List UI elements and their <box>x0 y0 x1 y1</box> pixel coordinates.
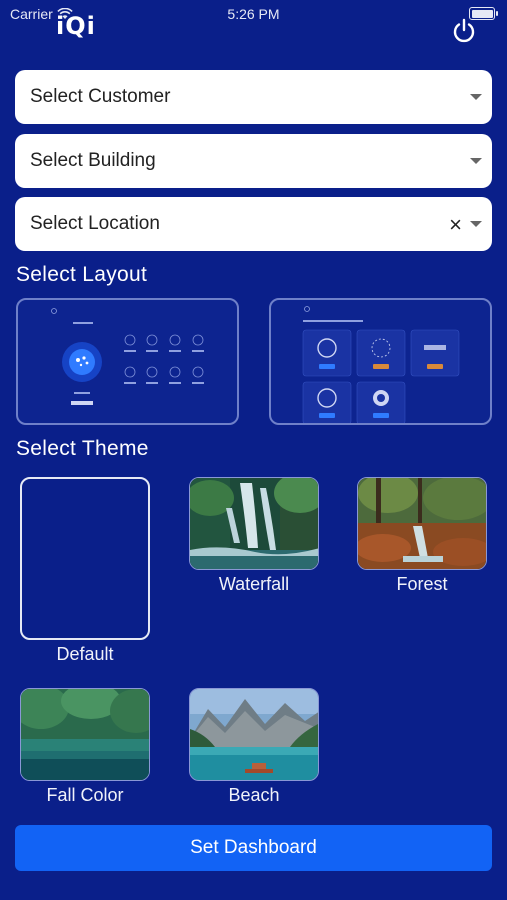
theme-fall-color-label: Fall Color <box>46 785 124 805</box>
layout-option-1[interactable] <box>16 298 239 425</box>
building-select-label: Select Building <box>30 150 156 171</box>
layout-preview-2 <box>302 306 460 423</box>
theme-fall-color-thumbnail <box>20 688 150 781</box>
theme-waterfall-thumbnail <box>189 477 319 570</box>
power-icon[interactable] <box>451 18 477 44</box>
app-logo: iQi <box>56 12 96 40</box>
set-dashboard-button[interactable]: Set Dashboard <box>15 825 492 871</box>
theme-default[interactable]: Default <box>20 477 150 665</box>
chevron-down-icon <box>470 221 482 227</box>
theme-waterfall-label: Waterfall <box>218 574 290 594</box>
theme-default-label: Default <box>56 644 114 664</box>
customer-select[interactable]: Select Customer <box>15 70 492 124</box>
location-select-label: Select Location <box>30 213 160 234</box>
theme-beach-thumbnail <box>189 688 319 781</box>
customer-select-label: Select Customer <box>30 86 171 107</box>
theme-waterfall[interactable]: Waterfall <box>189 477 319 595</box>
theme-forest-label: Forest <box>396 574 448 594</box>
theme-fall-color[interactable]: Fall Color <box>20 688 150 806</box>
theme-beach-label: Beach <box>228 785 280 805</box>
theme-forest[interactable]: Forest <box>357 477 487 595</box>
theme-section-title: Select Theme <box>16 437 149 460</box>
theme-beach[interactable]: Beach <box>189 688 319 806</box>
building-select[interactable]: Select Building <box>15 134 492 188</box>
chevron-down-icon <box>470 158 482 164</box>
clear-icon[interactable]: × <box>449 212 462 238</box>
location-select[interactable]: Select Location × <box>15 197 492 251</box>
layout-preview-1 <box>51 308 204 405</box>
theme-forest-thumbnail <box>357 477 487 570</box>
layout-option-2[interactable] <box>269 298 492 425</box>
layout-section-title: Select Layout <box>16 263 148 286</box>
chevron-down-icon <box>470 94 482 100</box>
theme-default-thumbnail <box>20 477 150 640</box>
